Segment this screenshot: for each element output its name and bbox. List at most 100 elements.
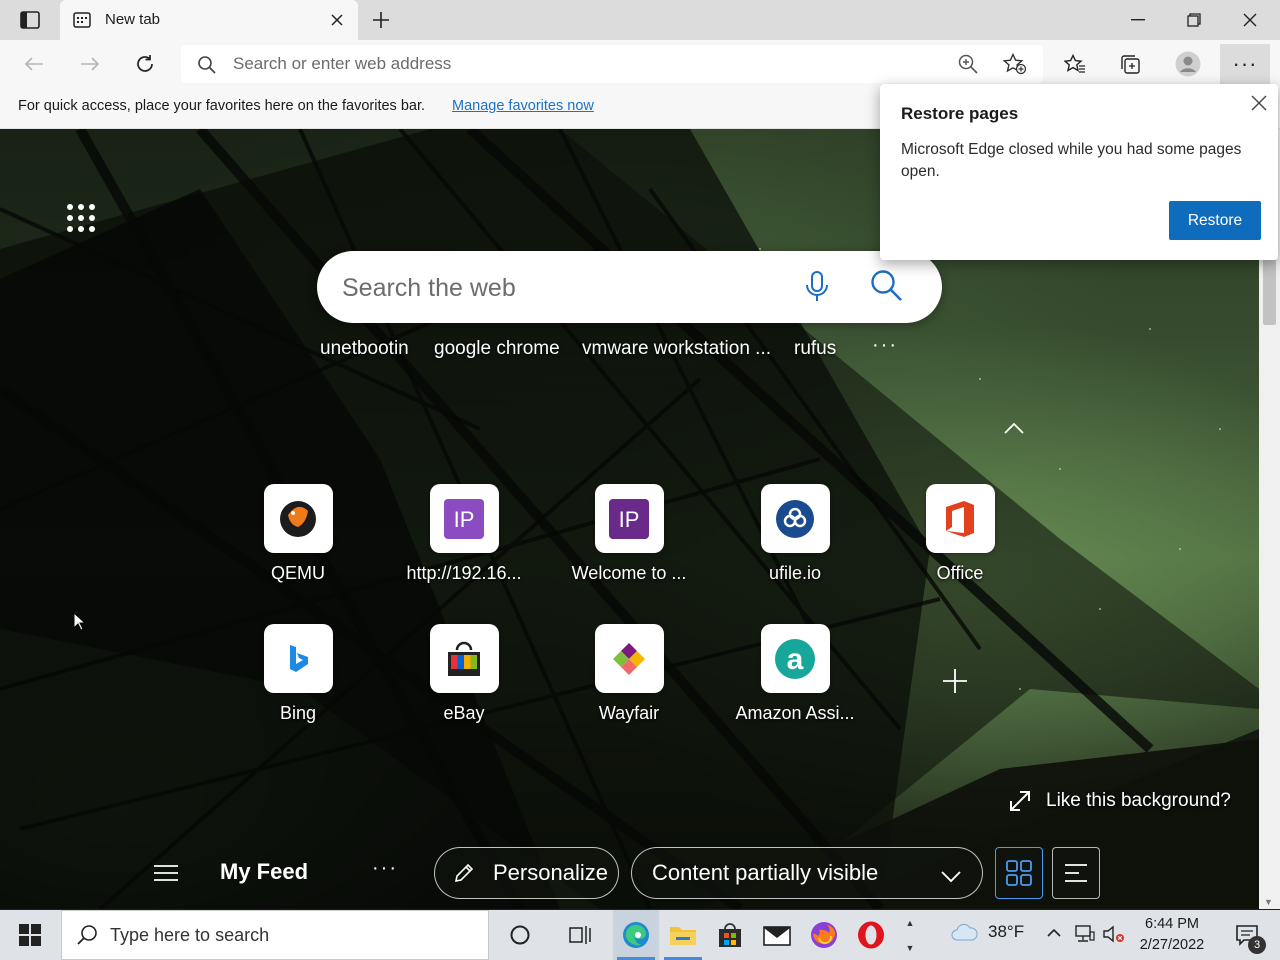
collections-button[interactable]	[1112, 48, 1148, 80]
favorites-button[interactable]	[1057, 48, 1093, 80]
folder-icon	[670, 927, 696, 945]
like-background-button[interactable]: Like this background?	[1008, 789, 1231, 813]
restore-popup-close-button[interactable]	[1248, 92, 1270, 114]
trending-search-item[interactable]: vmware workstation ...	[582, 338, 771, 360]
add-favorite-icon[interactable]	[1002, 52, 1027, 80]
my-feed-title[interactable]: My Feed	[220, 859, 308, 885]
new-tab-favicon-icon	[73, 11, 91, 34]
quick-link-http-192[interactable]: IP http://192.16...	[399, 484, 529, 584]
taskbar-firefox-button[interactable]	[801, 910, 847, 960]
address-input[interactable]	[233, 53, 833, 75]
manage-favorites-link[interactable]: Manage favorites now	[452, 98, 594, 114]
collapse-quick-links-icon[interactable]	[1002, 421, 1026, 440]
web-search-input[interactable]	[342, 273, 782, 303]
tab-title: New tab	[105, 11, 161, 28]
cortana-icon	[510, 925, 530, 945]
quick-link-ufile[interactable]: ufile.io	[730, 484, 860, 584]
tab-actions-icon	[20, 11, 40, 29]
quick-link-qemu[interactable]: QEMU	[233, 484, 363, 584]
quick-link-label: Wayfair	[598, 703, 660, 723]
restore-window-button[interactable]	[1166, 0, 1222, 40]
quick-link-label: Amazon Assi...	[735, 703, 855, 723]
task-view-button[interactable]	[557, 910, 603, 960]
taskbar-file-explorer-button[interactable]	[660, 910, 706, 960]
minimize-button[interactable]	[1110, 0, 1166, 40]
add-quick-link-button[interactable]	[940, 666, 970, 701]
taskbar-search-box[interactable]: Type here to search	[61, 910, 489, 960]
personalize-label: Personalize	[493, 860, 608, 885]
list-view-button[interactable]	[1052, 847, 1100, 899]
quick-link-amazon-assistant[interactable]: a Amazon Assi...	[730, 624, 860, 724]
trending-more-button[interactable]: ···	[872, 334, 898, 357]
grid-view-button[interactable]	[995, 847, 1043, 899]
quick-link-label: Welcome to ...	[571, 563, 687, 583]
restore-popup-message: Microsoft Edge closed while you had some…	[901, 141, 1242, 180]
scroll-down-icon[interactable]: ▼	[1264, 897, 1273, 907]
forward-arrow-icon	[81, 57, 100, 71]
action-center-button[interactable]: 3	[1222, 910, 1272, 960]
opera-icon	[858, 921, 884, 949]
network-icon[interactable]	[1074, 924, 1096, 949]
svg-text:a: a	[787, 643, 804, 676]
show-hidden-icons-icon[interactable]	[1045, 924, 1063, 947]
taskbar-clock[interactable]: 6:44 PM 2/27/2022	[1130, 914, 1214, 956]
forward-button[interactable]	[72, 48, 108, 80]
plus-icon	[943, 669, 967, 693]
restore-button[interactable]: Restore	[1169, 201, 1261, 240]
back-button[interactable]	[16, 48, 52, 80]
taskbar-store-button[interactable]	[707, 910, 753, 960]
restore-popup-title: Restore pages	[901, 104, 1019, 123]
quick-link-wayfair[interactable]: Wayfair	[564, 624, 694, 724]
search-icon	[871, 270, 902, 301]
chevron-up-icon[interactable]: ▲	[906, 918, 915, 928]
quick-link-label: Bing	[279, 703, 317, 723]
settings-and-more-button[interactable]: ···	[1220, 44, 1270, 84]
address-bar[interactable]	[181, 45, 1043, 83]
content-visibility-dropdown[interactable]: Content partially visible	[631, 847, 983, 899]
cloud-icon	[951, 923, 978, 941]
web-search-button[interactable]	[870, 269, 904, 308]
personalize-button[interactable]: Personalize	[434, 847, 619, 899]
qemu-icon	[263, 484, 333, 553]
trending-search-item[interactable]: unetbootin	[320, 338, 409, 360]
svg-text:IP: IP	[619, 507, 640, 532]
back-arrow-icon	[24, 57, 43, 71]
refresh-button[interactable]	[127, 48, 163, 80]
tab-new-tab[interactable]: New tab	[60, 0, 358, 40]
start-button[interactable]	[0, 910, 60, 960]
taskbar-opera-button[interactable]	[848, 910, 894, 960]
cortana-button[interactable]	[497, 910, 543, 960]
tab-close-button[interactable]	[326, 9, 348, 31]
minimize-icon	[1131, 19, 1145, 21]
web-search-box[interactable]	[317, 251, 942, 323]
profile-button[interactable]	[1170, 48, 1206, 80]
new-tab-button[interactable]	[366, 6, 396, 34]
close-window-button[interactable]	[1222, 0, 1278, 40]
trending-search-item[interactable]: google chrome	[434, 338, 560, 360]
search-icon	[76, 924, 98, 951]
ip-icon: IP	[429, 484, 499, 553]
menu-icon[interactable]	[152, 863, 180, 888]
quick-link-ebay[interactable]: eBay	[399, 624, 529, 724]
volume-muted-icon[interactable]	[1102, 924, 1126, 949]
trending-search-item[interactable]: rufus	[794, 338, 836, 360]
quick-link-welcome[interactable]: IP Welcome to ...	[564, 484, 694, 584]
tab-actions-button[interactable]	[12, 8, 48, 32]
expand-icon	[1010, 791, 1030, 811]
weather-widget[interactable]: 38°F	[950, 922, 1024, 942]
browser-toolbar: ···	[0, 40, 1280, 88]
microphone-icon[interactable]	[803, 270, 831, 309]
taskbar-scroll-buttons[interactable]: ▲ ▼	[900, 910, 920, 960]
more-dots-icon: ···	[1232, 51, 1258, 76]
quick-link-bing[interactable]: Bing	[233, 624, 363, 724]
restore-pages-popup: Restore pages Microsoft Edge closed whil…	[880, 84, 1278, 260]
windows-taskbar: Type here to search ▲ ▼ 38°F 6:44 PM 2/2…	[0, 910, 1280, 960]
feed-more-button[interactable]: ···	[372, 857, 398, 880]
chevron-down-icon[interactable]: ▼	[906, 943, 915, 953]
app-launcher-button[interactable]	[62, 199, 100, 237]
taskbar-edge-button[interactable]	[613, 910, 659, 960]
quick-link-office[interactable]: Office	[895, 484, 1025, 584]
zoom-icon[interactable]	[957, 53, 979, 80]
title-bar: New tab	[0, 0, 1280, 40]
taskbar-mail-button[interactable]	[754, 910, 800, 960]
